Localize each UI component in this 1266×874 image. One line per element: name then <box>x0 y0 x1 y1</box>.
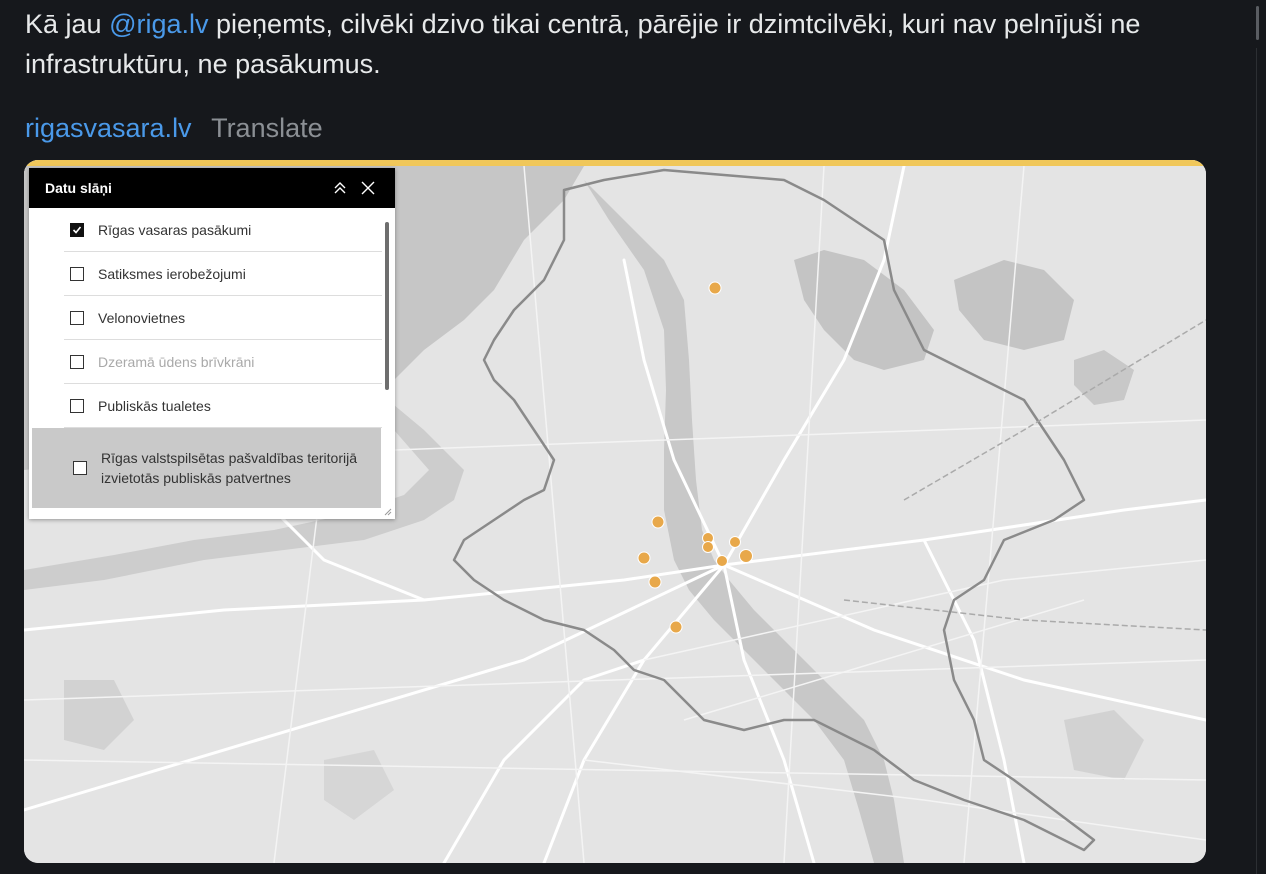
website-link[interactable]: rigasvasara.lv <box>25 113 192 143</box>
layer-list: Rīgas vasaras pasākumi Satiksmes ierobežo… <box>29 208 382 508</box>
tweet-text-start: Kā jau <box>25 9 110 39</box>
map-card[interactable]: Datu slāņi Rīgas vasaras pasākumi Satiksm… <box>24 160 1206 863</box>
event-marker[interactable] <box>648 575 662 589</box>
event-marker[interactable] <box>729 536 741 548</box>
resize-handle-icon[interactable] <box>384 508 392 516</box>
checkbox-icon[interactable] <box>70 354 84 369</box>
collapse-button[interactable] <box>329 177 351 199</box>
layer-item[interactable]: Velonovietnes <box>64 296 382 340</box>
layer-item[interactable]: Publiskās tualetes <box>64 384 382 428</box>
close-icon <box>361 181 375 195</box>
event-marker[interactable] <box>739 549 753 563</box>
page-scrollbar[interactable] <box>1252 0 1266 874</box>
event-marker[interactable] <box>669 620 683 634</box>
checkbox-icon[interactable] <box>70 266 84 281</box>
checkbox-icon[interactable] <box>70 310 84 325</box>
layers-panel-header: Datu slāņi <box>29 168 395 208</box>
layers-panel-title: Datu slāņi <box>45 180 112 196</box>
close-button[interactable] <box>357 177 379 199</box>
layer-item-label: Rīgas vasaras pasākumi <box>98 221 252 238</box>
layer-item-label: Dzeramā ūdens brīvkrāni <box>98 353 255 370</box>
event-marker[interactable] <box>651 515 665 529</box>
checkbox-icon[interactable] <box>70 398 84 413</box>
event-marker[interactable] <box>637 551 651 565</box>
layers-panel: Datu slāņi Rīgas vasaras pasākumi Satiksm… <box>29 168 395 519</box>
layer-item-label: Rīgas valstspilsētas pašvaldības teritor… <box>101 450 358 486</box>
link-row: rigasvasara.lv Translate <box>25 108 323 148</box>
page-scrollbar-thumb[interactable] <box>1256 6 1259 40</box>
layer-list-scrollbar[interactable] <box>385 222 389 390</box>
event-marker[interactable] <box>716 555 728 567</box>
checkbox-icon[interactable] <box>70 222 84 237</box>
layer-item-label: Satiksmes ierobežojumi <box>98 265 246 282</box>
event-marker[interactable] <box>702 541 714 553</box>
timeline-divider <box>1256 48 1257 874</box>
accent-bar <box>24 160 1206 166</box>
tweet-text: Kā jau @riga.lv pieņemts, cilvēki dzivo … <box>25 4 1175 84</box>
layer-item-label: Publiskās tualetes <box>98 397 211 414</box>
event-marker[interactable] <box>708 281 722 295</box>
layer-item[interactable]: Satiksmes ierobežojumi <box>64 252 382 296</box>
translate-button[interactable]: Translate <box>211 113 323 143</box>
mention-link[interactable]: @riga.lv <box>109 9 208 39</box>
checkbox-icon[interactable] <box>73 461 87 475</box>
layer-item[interactable]: Rīgas valstspilsētas pašvaldības teritor… <box>32 428 381 508</box>
layer-item[interactable]: Dzeramā ūdens brīvkrāni <box>64 340 382 384</box>
collapse-icon <box>334 182 346 194</box>
layer-item-label: Velonovietnes <box>98 309 186 326</box>
layer-item[interactable]: Rīgas vasaras pasākumi <box>64 208 382 252</box>
